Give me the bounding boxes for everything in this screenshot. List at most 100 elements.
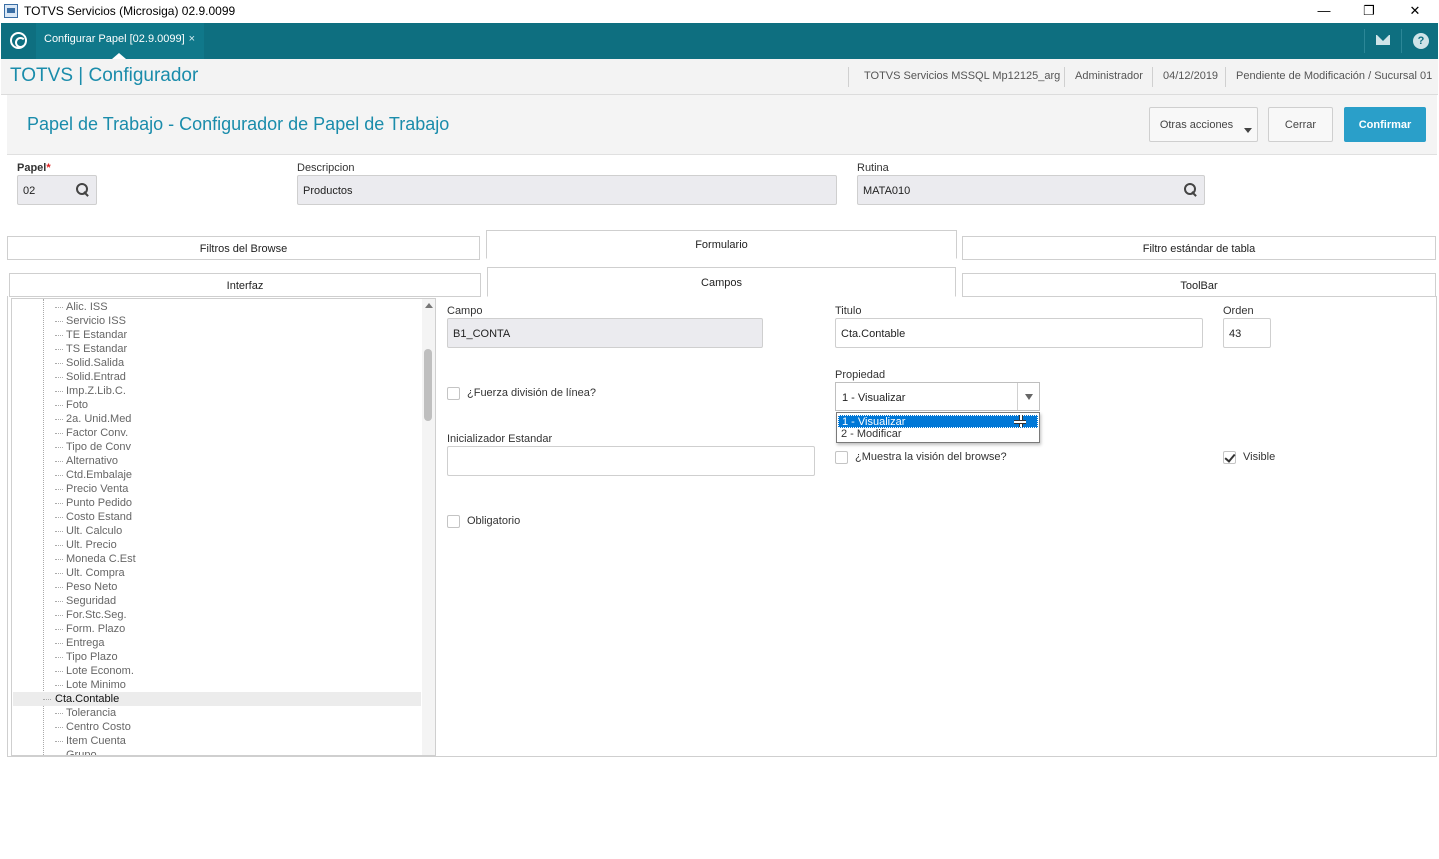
tree-item[interactable]: Ult. Calculo [55,524,420,538]
tree-item[interactable]: 2a. Unid.Med [55,412,420,426]
chevron-down-icon[interactable] [1017,383,1039,410]
close-button[interactable]: Cerrar [1268,107,1333,142]
mail-icon[interactable] [1376,35,1390,45]
tab-close-icon[interactable]: × [189,33,195,45]
obligatorio-checkbox[interactable] [447,515,460,528]
descripcion-input[interactable]: Productos [297,175,837,205]
visible-label: Visible [1243,451,1276,463]
search-icon[interactable] [1184,183,1198,197]
papel-input[interactable]: 02 [17,175,97,205]
tab-formulario[interactable]: Formulario [486,230,957,259]
tree-item-label: Alic. ISS [66,301,108,313]
minimize-button[interactable]: — [1301,0,1347,23]
tree-item[interactable]: Costo Estand [55,510,420,524]
tree-item-selected[interactable]: Cta.Contable [13,692,421,706]
tree-item-label: 2a. Unid.Med [66,413,132,425]
tree-item-label: Solid.Entrad [66,371,126,383]
tree-item[interactable]: Tolerancia [55,706,420,720]
restore-button[interactable]: ❐ [1346,0,1392,23]
tree-item[interactable]: Lote Econom. [55,664,420,678]
tree-item[interactable]: Alternativo [55,454,420,468]
tree-item-label: Entrega [66,637,105,649]
tree-item[interactable]: Solid.Entrad [55,370,420,384]
tree-connector [55,391,63,392]
tree-item[interactable]: Foto [55,398,420,412]
fuerza-label: ¿Fuerza división de línea? [467,387,597,399]
tab-campos[interactable]: Campos [487,267,956,297]
tree-item-label: Imp.Z.Lib.C. [66,385,126,397]
tree-item[interactable]: Tipo Plazo [55,650,420,664]
orden-input[interactable]: 43 [1223,318,1271,348]
app-header: TOTVS | Configurador TOTVS Servicios MSS… [1,59,1438,95]
inicializador-label: Inicializador Estandar [447,433,553,445]
tree-connector [55,573,63,574]
tree-item[interactable]: Ult. Compra [55,566,420,580]
tree-connector [55,447,63,448]
window-title: TOTVS Servicios (Microsiga) 02.9.0099 [24,4,236,18]
search-icon[interactable] [76,183,90,197]
tree-item[interactable]: TS Estandar [55,342,420,356]
tree-connector [55,755,63,756]
tree-item-label: Lote Econom. [66,665,134,677]
muestra-checkbox[interactable] [835,451,848,464]
tree-item[interactable]: Item Cuenta [55,734,420,748]
propiedad-select[interactable]: 1 - Visualizar [835,382,1040,411]
tree-item[interactable]: Peso Neto [55,580,420,594]
other-actions-button[interactable]: Otras acciones [1149,107,1258,142]
scroll-up-icon[interactable] [425,303,433,308]
app-window-icon [4,4,18,18]
tree-item[interactable]: Imp.Z.Lib.C. [55,384,420,398]
tree-item[interactable]: Moneda C.Est [55,552,420,566]
tree-connector [55,419,63,420]
tree-item[interactable]: TE Estandar [55,328,420,342]
tree-item[interactable]: Form. Plazo [55,622,420,636]
tree-connector [55,545,63,546]
tab-filtro-estandar[interactable]: Filtro estándar de tabla [962,236,1436,260]
fuerza-checkbox[interactable] [447,387,460,400]
tree-item[interactable]: Seguridad [55,594,420,608]
tab-interfaz[interactable]: Interfaz [9,273,481,297]
field-tree[interactable]: Alic. ISS Servicio ISS TE Estandar TS Estan… [11,298,436,756]
tree-connector [55,727,63,728]
help-icon[interactable]: ? [1413,33,1429,49]
option-modificar[interactable]: 2 - Modificar [838,428,1038,441]
tree-item[interactable]: Entrega [55,636,420,650]
tree-item[interactable]: Factor Conv. [55,426,420,440]
tree-item[interactable]: Lote Minimo [55,678,420,692]
visible-checkbox[interactable] [1223,451,1236,464]
rutina-input[interactable]: MATA010 [857,175,1205,205]
totvs-logo-icon[interactable] [10,32,27,49]
tab-label: Configurar Papel [02.9.0099] [44,33,185,45]
campo-input[interactable]: B1_CONTA [447,318,763,348]
tree-item-label: Item Cuenta [66,735,126,747]
tree-item[interactable]: Solid.Salida [55,356,420,370]
tab-filtros-browse[interactable]: Filtros del Browse [7,236,480,260]
option-visualizar[interactable]: 1 - Visualizar [838,415,1038,428]
tree-item[interactable]: For.Stc.Seg. [55,608,420,622]
tab-configurar-papel[interactable]: Configurar Papel [02.9.0099] × [36,23,205,59]
tree-item-label: Solid.Salida [66,357,125,369]
tree-item[interactable]: Ult. Precio [55,538,420,552]
tree-item[interactable]: Alic. ISS [55,300,420,314]
program-tab-bar: Configurar Papel [02.9.0099] × ? [1,23,1438,59]
tree-item[interactable]: Ctd.Embalaje [55,468,420,482]
tree-connector [55,713,63,714]
close-window-button[interactable]: ✕ [1392,0,1438,23]
tree-scrollbar[interactable] [422,299,435,755]
tree-item-label: Grupo [66,749,97,756]
tree-item-label: Tipo de Conv [66,441,132,453]
titulo-input[interactable]: Cta.Contable [835,318,1203,348]
tree-item[interactable]: Centro Costo [55,720,420,734]
tree-item[interactable]: Servicio ISS [55,314,420,328]
tree-item[interactable]: Precio Venta [55,482,420,496]
tree-item[interactable]: Tipo de Conv [55,440,420,454]
scroll-thumb[interactable] [424,349,432,421]
inicializador-input[interactable] [447,446,815,476]
tree-item-label: Seguridad [66,595,117,607]
tab-toolbar[interactable]: ToolBar [962,273,1436,297]
tree-item[interactable]: Grupo [55,748,420,756]
header-divider [848,67,849,87]
confirm-button[interactable]: Confirmar [1344,107,1426,142]
tree-item[interactable]: Punto Pedido [55,496,420,510]
tree-item-label: Ult. Precio [66,539,117,551]
